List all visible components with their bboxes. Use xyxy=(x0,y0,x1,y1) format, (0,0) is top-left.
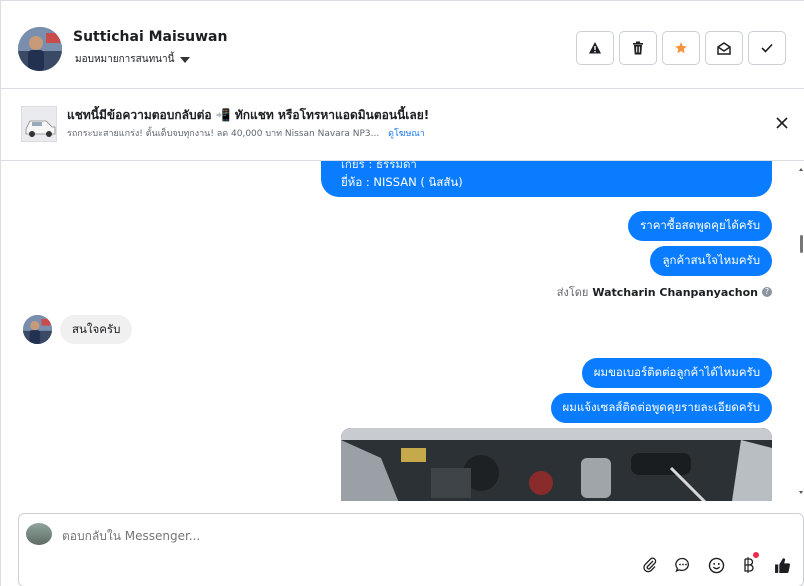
ad-description: รถกระบะสายแกร่ง! ตั้นเด็บจบทุกงาน! ลด 40… xyxy=(67,129,380,139)
smiley-icon xyxy=(708,557,724,573)
message-bubble-outgoing[interactable]: ราคาซื้อสดพูดคุยได้ครับ xyxy=(628,211,772,241)
message-thread[interactable]: เกียร์ : ธรรมดา ยี่ห้อ : NISSAN ( นิสสัน… xyxy=(1,161,801,501)
reply-composer xyxy=(18,513,804,586)
ad-subtitle: รถกระบะสายแกร่ง! ตั้นเด็บจบทุกงาน! ลด 40… xyxy=(67,126,425,140)
composer-actions xyxy=(639,552,793,576)
message-bubble-outgoing[interactable]: เกียร์ : ธรรมดา ยี่ห้อ : NISSAN ( นิสสัน… xyxy=(321,161,772,197)
messenger-conversation-panel: Suttichai Maisuwan มอบหมายการสนทนานี้ แช… xyxy=(0,0,804,586)
contact-name[interactable]: Suttichai Maisuwan xyxy=(73,29,227,45)
check-icon xyxy=(761,43,773,53)
thumbs-up-icon xyxy=(774,557,790,573)
payment-button[interactable] xyxy=(738,552,760,576)
attach-button[interactable] xyxy=(639,554,661,576)
close-banner-button[interactable] xyxy=(772,113,792,133)
scrollbar[interactable] xyxy=(798,161,804,501)
assign-label: มอบหมายการสนทนานี้ xyxy=(75,54,175,65)
like-button[interactable] xyxy=(771,554,793,576)
sent-by-label: ส่งโดย Watcharin Chanpanyachon ? xyxy=(557,283,772,301)
caret-down-icon xyxy=(180,56,191,63)
sender-name[interactable]: Watcharin Chanpanyachon xyxy=(592,286,758,299)
mark-done-button[interactable] xyxy=(748,31,786,65)
envelope-open-icon xyxy=(717,41,731,55)
paperclip-icon xyxy=(643,557,657,573)
warning-icon xyxy=(589,42,601,54)
ad-thumbnail[interactable] xyxy=(21,106,57,142)
saved-replies-button[interactable] xyxy=(672,554,694,576)
reply-input[interactable] xyxy=(62,529,662,543)
attached-photo[interactable] xyxy=(341,428,772,501)
close-icon xyxy=(776,117,788,129)
assign-conversation-dropdown[interactable]: มอบหมายการสนทนานี้ xyxy=(75,52,191,67)
chat-bubble-icon xyxy=(675,557,689,573)
info-icon[interactable]: ? xyxy=(762,287,772,297)
contact-avatar-small[interactable] xyxy=(23,315,52,344)
mark-unread-button[interactable] xyxy=(705,31,743,65)
star-button[interactable] xyxy=(662,31,700,65)
baht-icon xyxy=(744,557,754,573)
page-avatar xyxy=(26,523,52,545)
view-ad-link[interactable]: ดูโฆษณา xyxy=(388,129,425,139)
notification-dot xyxy=(753,552,759,558)
sent-by-prefix: ส่งโดย xyxy=(556,286,589,299)
message-text: ยี่ห้อ : NISSAN ( นิสสัน) xyxy=(341,175,463,189)
message-bubble-outgoing[interactable]: ลูกค้าสนใจไหมครับ xyxy=(650,246,772,276)
report-spam-button[interactable] xyxy=(576,31,614,65)
message-bubble-outgoing[interactable]: ผมแจ้งเซลส์ติดต่อพูดคุยรายละเอียดครับ xyxy=(550,393,772,423)
message-bubble-outgoing[interactable]: ผมขอเบอร์ติดต่อลูกค้าได้ไหมครับ xyxy=(581,358,772,388)
contact-avatar[interactable] xyxy=(18,27,62,71)
trash-icon xyxy=(633,41,643,55)
ad-title: แชทนี้มีข้อความตอบกลับต่อ 📲 ทักแชท หรือโ… xyxy=(67,108,430,122)
header-actions xyxy=(576,31,786,65)
emoji-button[interactable] xyxy=(705,554,727,576)
conversation-header: Suttichai Maisuwan มอบหมายการสนทนานี้ xyxy=(1,1,804,89)
delete-button[interactable] xyxy=(619,31,657,65)
ad-context-banner: แชทนี้มีข้อความตอบกลับต่อ 📲 ทักแชท หรือโ… xyxy=(1,89,804,161)
message-bubble-incoming[interactable]: สนใจครับ xyxy=(60,315,133,344)
message-text: เกียร์ : ธรรมดา xyxy=(341,161,417,171)
star-icon xyxy=(675,42,687,54)
